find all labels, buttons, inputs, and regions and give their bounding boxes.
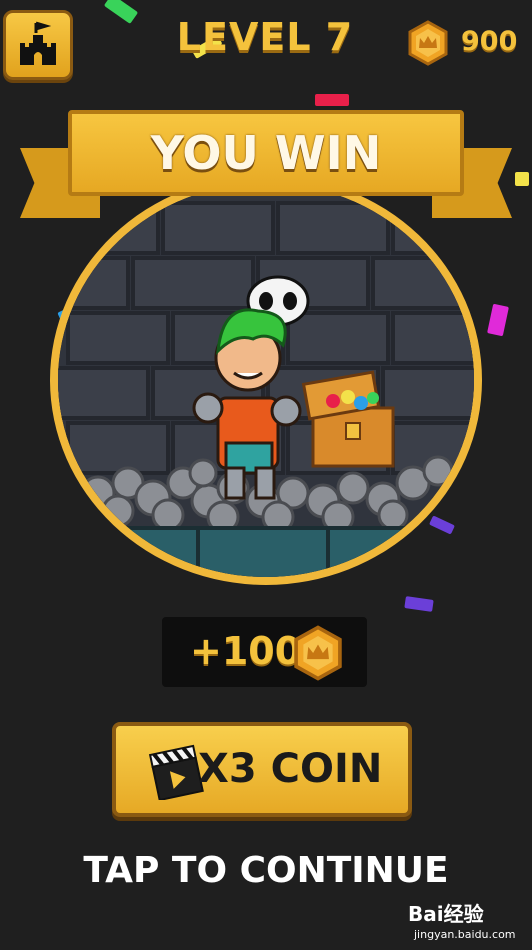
victory-scene	[50, 175, 482, 585]
castle-icon	[20, 21, 56, 65]
watermark-url: jingyan.baidu.com	[414, 928, 516, 941]
tap-to-continue[interactable]: TAP TO CONTINUE	[0, 850, 532, 891]
coin-total: 900	[461, 26, 518, 57]
banner-plaque: YOU WIN	[68, 110, 464, 196]
level-title: LEVEL 7	[176, 15, 354, 59]
confetti-piece	[103, 0, 139, 24]
confetti-piece	[487, 303, 509, 337]
reward-panel: +100	[162, 617, 367, 687]
clapperboard-icon	[148, 744, 204, 800]
home-button[interactable]	[3, 10, 73, 80]
x3-coin-label: X3 COIN	[198, 746, 383, 792]
crown-coin-icon	[294, 625, 342, 681]
reward-amount: +100	[190, 629, 302, 673]
baidu-watermark: Bai经验 jingyan.baidu.com	[408, 898, 528, 948]
crown-coin-icon	[408, 20, 448, 66]
x3-coin-button[interactable]: X3 COIN	[112, 722, 412, 817]
confetti-piece	[515, 172, 529, 186]
you-win-banner: YOU WIN	[20, 100, 512, 230]
banner-title: YOU WIN	[150, 126, 382, 180]
coin-counter: 900	[405, 20, 530, 66]
confetti-piece	[404, 596, 434, 612]
watermark-brand: Bai经验	[408, 902, 484, 926]
